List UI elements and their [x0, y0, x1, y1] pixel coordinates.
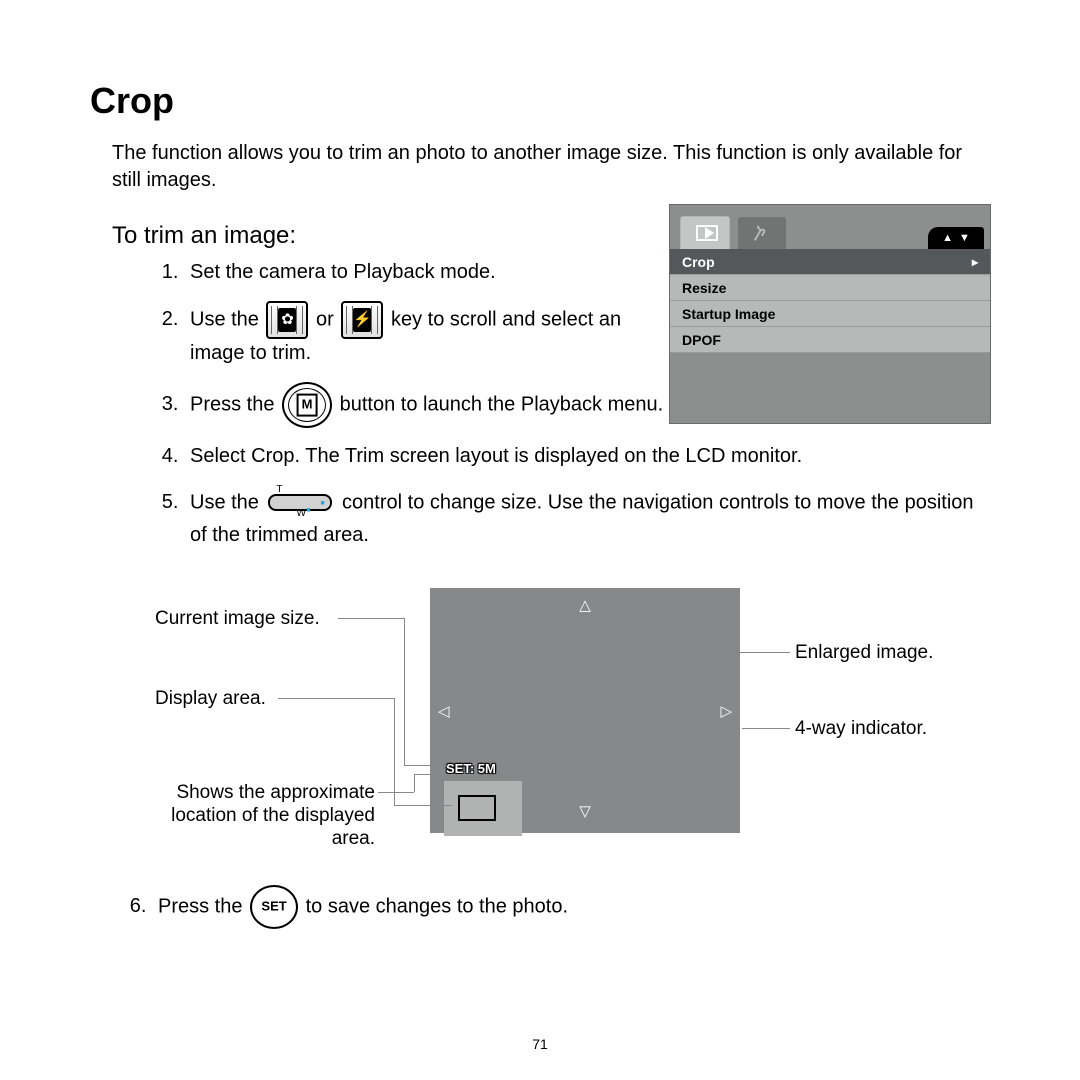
- step-5-text-a: Use the: [190, 491, 264, 513]
- label-current-size: Current image size.: [155, 608, 320, 631]
- step-6-text-b: to save changes to the photo.: [306, 895, 568, 917]
- page-number: 71: [0, 1036, 1080, 1052]
- menu-row-crop: Crop ▸: [670, 249, 990, 275]
- arrow-up-icon: △: [579, 596, 591, 614]
- setup-tab-icon: [738, 217, 786, 249]
- step-2: Use the ✿ or ⚡ key to scroll and select …: [184, 301, 630, 368]
- intro-text: The function allows you to trim an photo…: [112, 140, 990, 194]
- mini-map: [444, 781, 522, 836]
- menu-tab-bar: ▲ ▼: [670, 205, 990, 249]
- flash-key-icon: ⚡: [341, 301, 383, 339]
- label-fourway: 4-way indicator.: [795, 718, 927, 741]
- playback-tab-icon: [680, 216, 730, 249]
- set-button-icon: SET: [250, 885, 298, 929]
- menu-row-dpof: DPOF: [670, 327, 990, 353]
- step-2-text-b: or: [316, 308, 339, 330]
- step-3-text-b: button to launch the Playback menu.: [340, 393, 664, 415]
- menu-pager-icon: ▲ ▼: [928, 227, 984, 249]
- trim-layout-diagram: △ ▽ ◁ ▷ SET: 5M Current image size. Disp…: [100, 570, 980, 870]
- menu-button-icon: M: [282, 382, 332, 428]
- menu-row-resize: Resize: [670, 275, 990, 301]
- label-display-area: Display area.: [155, 688, 266, 711]
- label-enlarged: Enlarged image.: [795, 642, 933, 665]
- step-3-text-a: Press the: [190, 393, 280, 415]
- arrow-down-icon: ▽: [579, 802, 591, 820]
- label-approx-loc: Shows the approximate location of the di…: [155, 782, 375, 850]
- step-2-text-a: Use the: [190, 308, 264, 330]
- step-6-text-a: Press the: [158, 895, 248, 917]
- zoom-rocker-icon: T W: [266, 485, 334, 521]
- arrow-right-icon: ▷: [720, 702, 732, 720]
- arrow-left-icon: ◁: [438, 702, 450, 720]
- mini-map-box: [458, 795, 496, 821]
- step-4: Select Crop. The Trim screen layout is d…: [184, 442, 990, 471]
- playback-menu-screenshot: ▲ ▼ Crop ▸ Resize Startup Image DPOF: [670, 205, 990, 423]
- step-5: Use the T W control to change size. Use …: [184, 485, 990, 550]
- step-6: Press the SET to save changes to the pho…: [152, 885, 1012, 929]
- flower-key-icon: ✿: [266, 301, 308, 339]
- menu-row-startup-image: Startup Image: [670, 301, 990, 327]
- lcd-screen: △ ▽ ◁ ▷ SET: 5M: [430, 588, 740, 833]
- menu-rows: Crop ▸ Resize Startup Image DPOF: [670, 249, 990, 353]
- page-title: Crop: [90, 80, 990, 122]
